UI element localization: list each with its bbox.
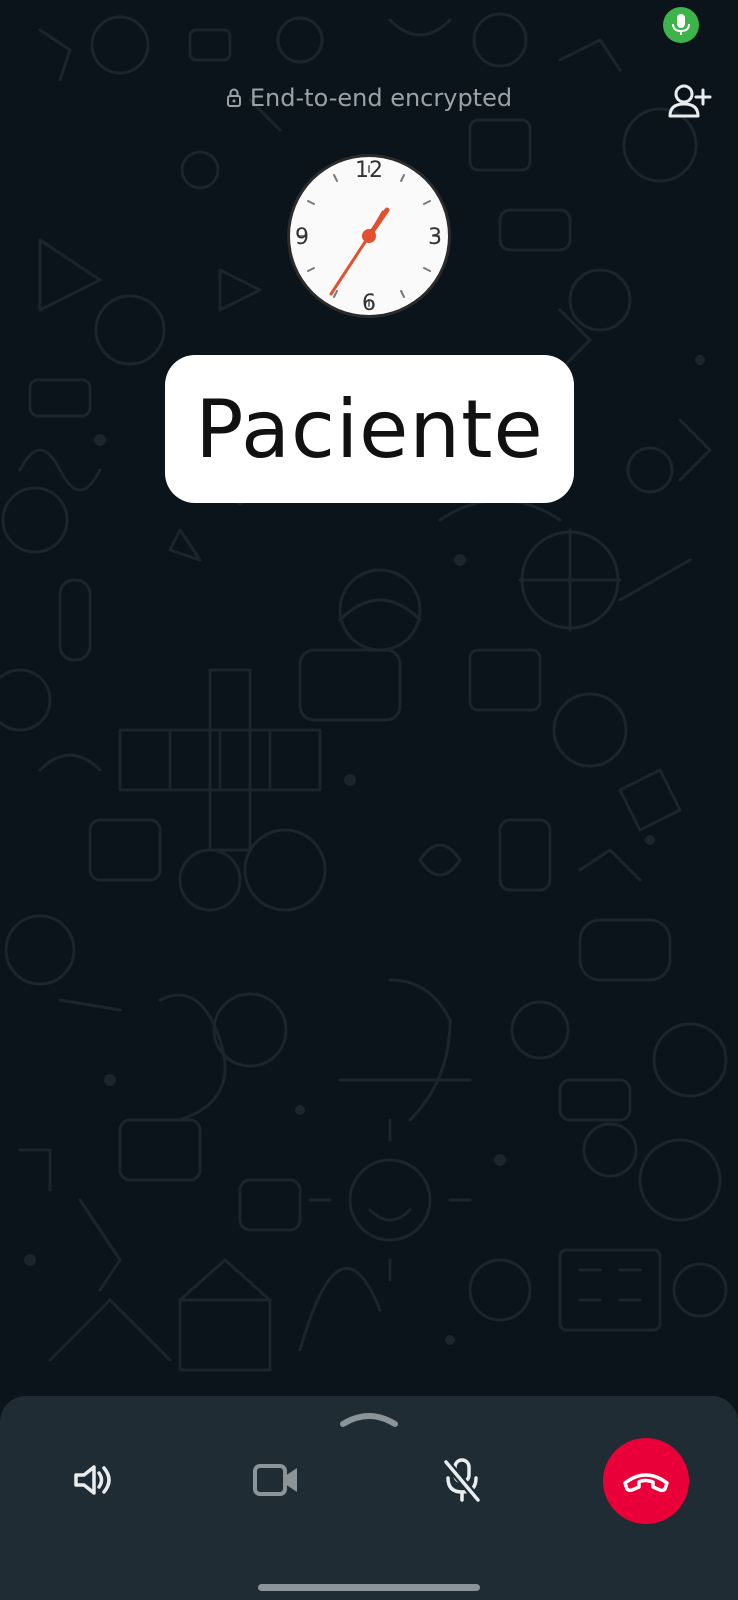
clock-numeral-9: 9 bbox=[295, 225, 309, 250]
contact-name-card: Paciente bbox=[165, 355, 574, 503]
call-screen: End-to-end encrypted 12 3 6 9 Paciente bbox=[0, 0, 738, 1600]
chevron-up-icon[interactable] bbox=[339, 1408, 399, 1430]
add-participant-button[interactable] bbox=[668, 82, 712, 122]
lock-icon bbox=[226, 88, 241, 107]
clock-numeral-6: 6 bbox=[362, 291, 376, 316]
call-controls-panel bbox=[0, 1396, 738, 1600]
contact-avatar: 12 3 6 9 bbox=[285, 152, 453, 320]
microphone-in-use-indicator bbox=[663, 7, 699, 43]
mute-button[interactable] bbox=[436, 1454, 488, 1506]
clock-numeral-12: 12 bbox=[355, 158, 383, 183]
speaker-icon bbox=[74, 1465, 111, 1495]
speaker-button[interactable] bbox=[66, 1454, 118, 1506]
microphone-muted-icon bbox=[442, 1458, 482, 1504]
encryption-banner: End-to-end encrypted bbox=[0, 84, 738, 112]
end-call-button[interactable] bbox=[603, 1438, 689, 1524]
clock-numeral-3: 3 bbox=[428, 225, 442, 250]
home-indicator[interactable] bbox=[258, 1584, 480, 1591]
end-call-icon bbox=[623, 1473, 669, 1493]
add-person-icon bbox=[668, 84, 712, 118]
video-toggle-button[interactable] bbox=[250, 1454, 302, 1506]
microphone-icon bbox=[672, 14, 690, 35]
contact-name: Paciente bbox=[195, 382, 544, 476]
encryption-text: End-to-end encrypted bbox=[249, 84, 513, 112]
video-off-icon bbox=[253, 1464, 297, 1496]
clock-icon: 12 3 6 9 bbox=[287, 154, 451, 318]
